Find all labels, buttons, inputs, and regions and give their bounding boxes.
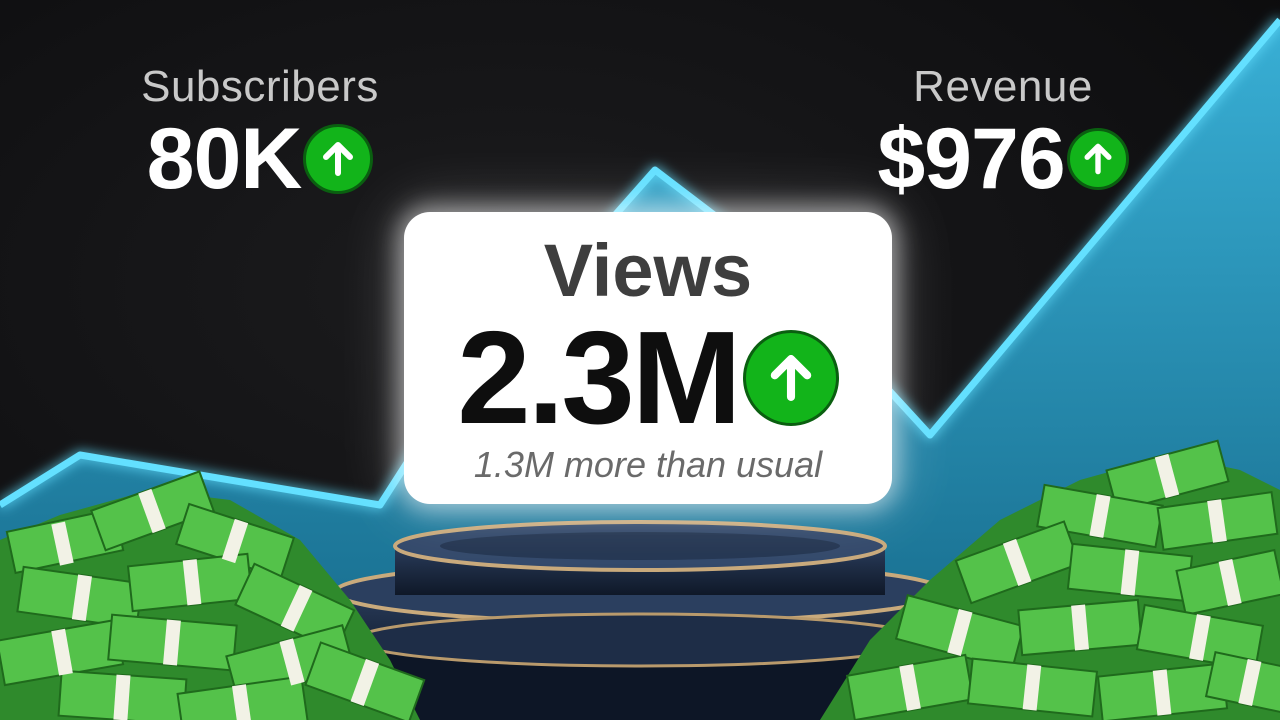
views-card: Views 2.3M 1.3M more than usual — [404, 212, 892, 504]
subscribers-label: Subscribers — [141, 62, 379, 111]
arrow-up-icon — [1066, 128, 1129, 190]
views-value: 2.3M — [457, 304, 741, 451]
arrow-up-icon — [742, 330, 839, 426]
subscribers-value: 80K — [146, 111, 303, 207]
arrow-up-icon — [303, 124, 374, 194]
subscribers-value-row: 80K — [120, 116, 400, 202]
revenue-value: $976 — [877, 111, 1065, 207]
revenue-value-row: $976 — [858, 116, 1148, 202]
views-value-row: 2.3M — [404, 312, 892, 444]
subscribers-stat: Subscribers 80K — [120, 62, 400, 202]
revenue-label: Revenue — [913, 62, 1093, 111]
views-label: Views — [543, 229, 753, 312]
revenue-stat: Revenue $976 — [858, 62, 1148, 202]
views-note: 1.3M more than usual — [473, 444, 823, 485]
